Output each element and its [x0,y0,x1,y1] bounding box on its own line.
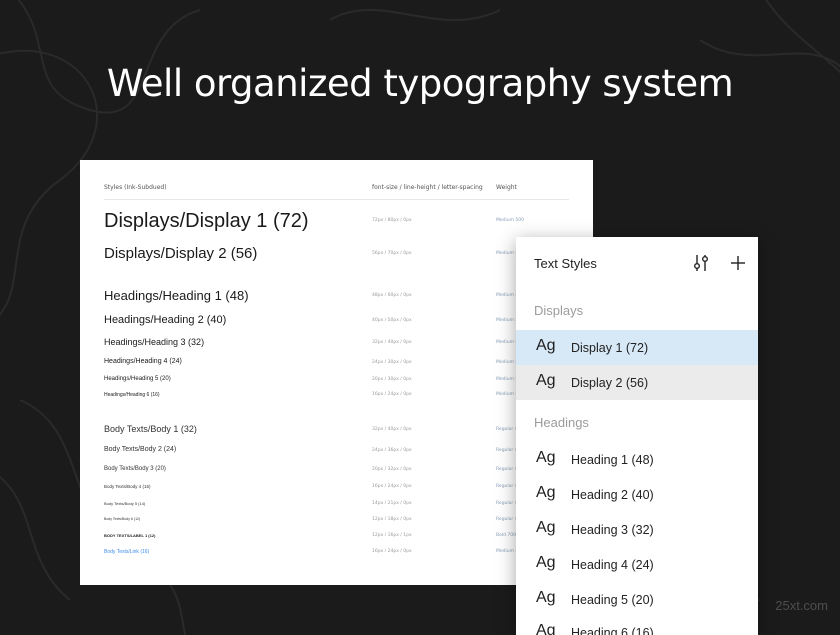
style-weight: Medium 5 [496,392,519,397]
style-name: Body Texts/Body 2 (24) [104,446,177,453]
page-headline: Well organized typography system [106,62,734,105]
sliders-icon[interactable] [692,253,710,273]
style-name: Body Texts/Body 5 (14) [104,501,146,506]
style-weight: Regular 4 [496,448,518,453]
style-weight: Regular 4 [496,517,518,522]
style-spec: 20px / 30px / 0px [372,377,412,382]
header-divider [104,199,569,200]
text-style-label: Heading 4 (24) [571,558,654,572]
style-name: Body Texts/Body 6 (12) [104,517,141,521]
style-name: Body Texts/Link (16) [104,549,150,555]
style-spec: 20px / 32px / 0px [372,467,412,472]
style-spec: 32px / 40px / 0px [372,427,412,432]
text-style-heading-3[interactable]: Ag Heading 3 (32) [516,512,758,547]
style-spec: 48px / 60px / 0px [372,293,412,298]
ag-preview: Ag [536,484,556,501]
style-spec: 16px / 24px / 0px [372,549,412,554]
style-spec: 16px / 24px / 0px [372,484,412,489]
style-weight: Regular 4 [496,484,518,489]
style-weight: Medium 5 [496,340,519,345]
style-name: BODY TEXTS/LABEL 1 (12) [104,533,156,538]
ag-preview: Ag [536,519,556,536]
style-weight: Medium 500 [496,218,525,223]
style-weight: Medium 5 [496,549,519,554]
text-style-label: Heading 2 (40) [571,488,654,502]
text-style-display-1[interactable]: Ag Display 1 (72) [516,330,758,365]
style-spec: 12px / 18px / 0px [372,517,412,522]
text-style-heading-4[interactable]: Ag Heading 4 (24) [516,547,758,582]
style-name: Headings/Heading 2 (40) [104,314,227,326]
style-spec: 12px / 16px / 1px [372,533,412,538]
ag-preview: Ag [536,589,556,606]
watermark: 25xt.com [775,598,828,613]
style-spec: 40px / 50px / 0px [372,318,412,323]
style-weight: Bold 700 [496,533,516,538]
style-spec: 14px / 21px / 0px [372,501,412,506]
style-weight: Medium 5 [496,293,519,298]
text-style-label: Heading 3 (32) [571,523,654,537]
ag-preview: Ag [536,372,556,389]
style-name: Headings/Heading 4 (24) [104,358,182,365]
style-weight: Medium 5 [496,251,519,256]
text-style-display-2[interactable]: Ag Display 2 (56) [516,365,758,400]
ag-preview: Ag [536,622,556,635]
text-style-heading-6[interactable]: Ag Heading 6 (16) [516,615,758,635]
style-spec: 72px / 80px / 0px [372,218,412,223]
style-spec: 24px / 30px / 0px [372,360,412,365]
text-styles-panel: Text Styles Displays Ag Display 1 (72) A… [516,237,758,635]
plus-icon[interactable] [729,253,747,273]
style-name: Body Texts/Body 1 (32) [104,424,197,434]
style-name: Headings/Heading 5 (20) [104,376,171,382]
style-name: Body Texts/Body 3 (20) [104,466,166,472]
text-style-label: Display 1 (72) [571,341,649,355]
ag-preview: Ag [536,449,556,466]
style-weight: Regular 4 [496,501,518,506]
group-label-headings: Headings [534,415,589,430]
column-header-styles: Styles (Ink-Subdued) [104,184,167,191]
ag-preview: Ag [536,337,556,354]
ag-preview: Ag [536,554,556,571]
style-name: Displays/Display 1 (72) [104,210,309,232]
text-style-heading-1[interactable]: Ag Heading 1 (48) [516,442,758,477]
panel-title: Text Styles [534,256,597,271]
style-name: Headings/Heading 3 (32) [104,337,205,347]
style-weight: Medium 5 [496,360,519,365]
text-style-label: Heading 6 (16) [571,626,654,635]
style-name: Body Texts/Body 4 (16) [104,484,151,489]
style-spec: 32px / 40px / 0px [372,340,412,345]
style-weight: Regular 4 [496,467,518,472]
style-weight: Regular 4 [496,427,518,432]
style-name: Headings/Heading 6 (16) [104,392,160,398]
text-style-label: Heading 5 (20) [571,593,654,607]
text-style-label: Display 2 (56) [571,376,649,390]
column-header-weight: Weight [496,184,517,191]
column-header-spec: font-size / line-height / letter-spacing [372,184,483,191]
group-label-displays: Displays [534,303,584,318]
style-name: Headings/Heading 1 (48) [104,288,249,303]
style-name: Displays/Display 2 (56) [104,245,258,262]
style-spec: 24px / 36px / 0px [372,448,412,453]
style-weight: Medium 5 [496,318,519,323]
text-style-label: Heading 1 (48) [571,453,654,467]
style-spec: 16px / 24px / 0px [372,392,412,397]
text-style-heading-5[interactable]: Ag Heading 5 (20) [516,582,758,617]
style-weight: Medium 5 [496,377,519,382]
style-spec: 56px / 70px / 0px [372,251,412,256]
text-style-heading-2[interactable]: Ag Heading 2 (40) [516,477,758,512]
